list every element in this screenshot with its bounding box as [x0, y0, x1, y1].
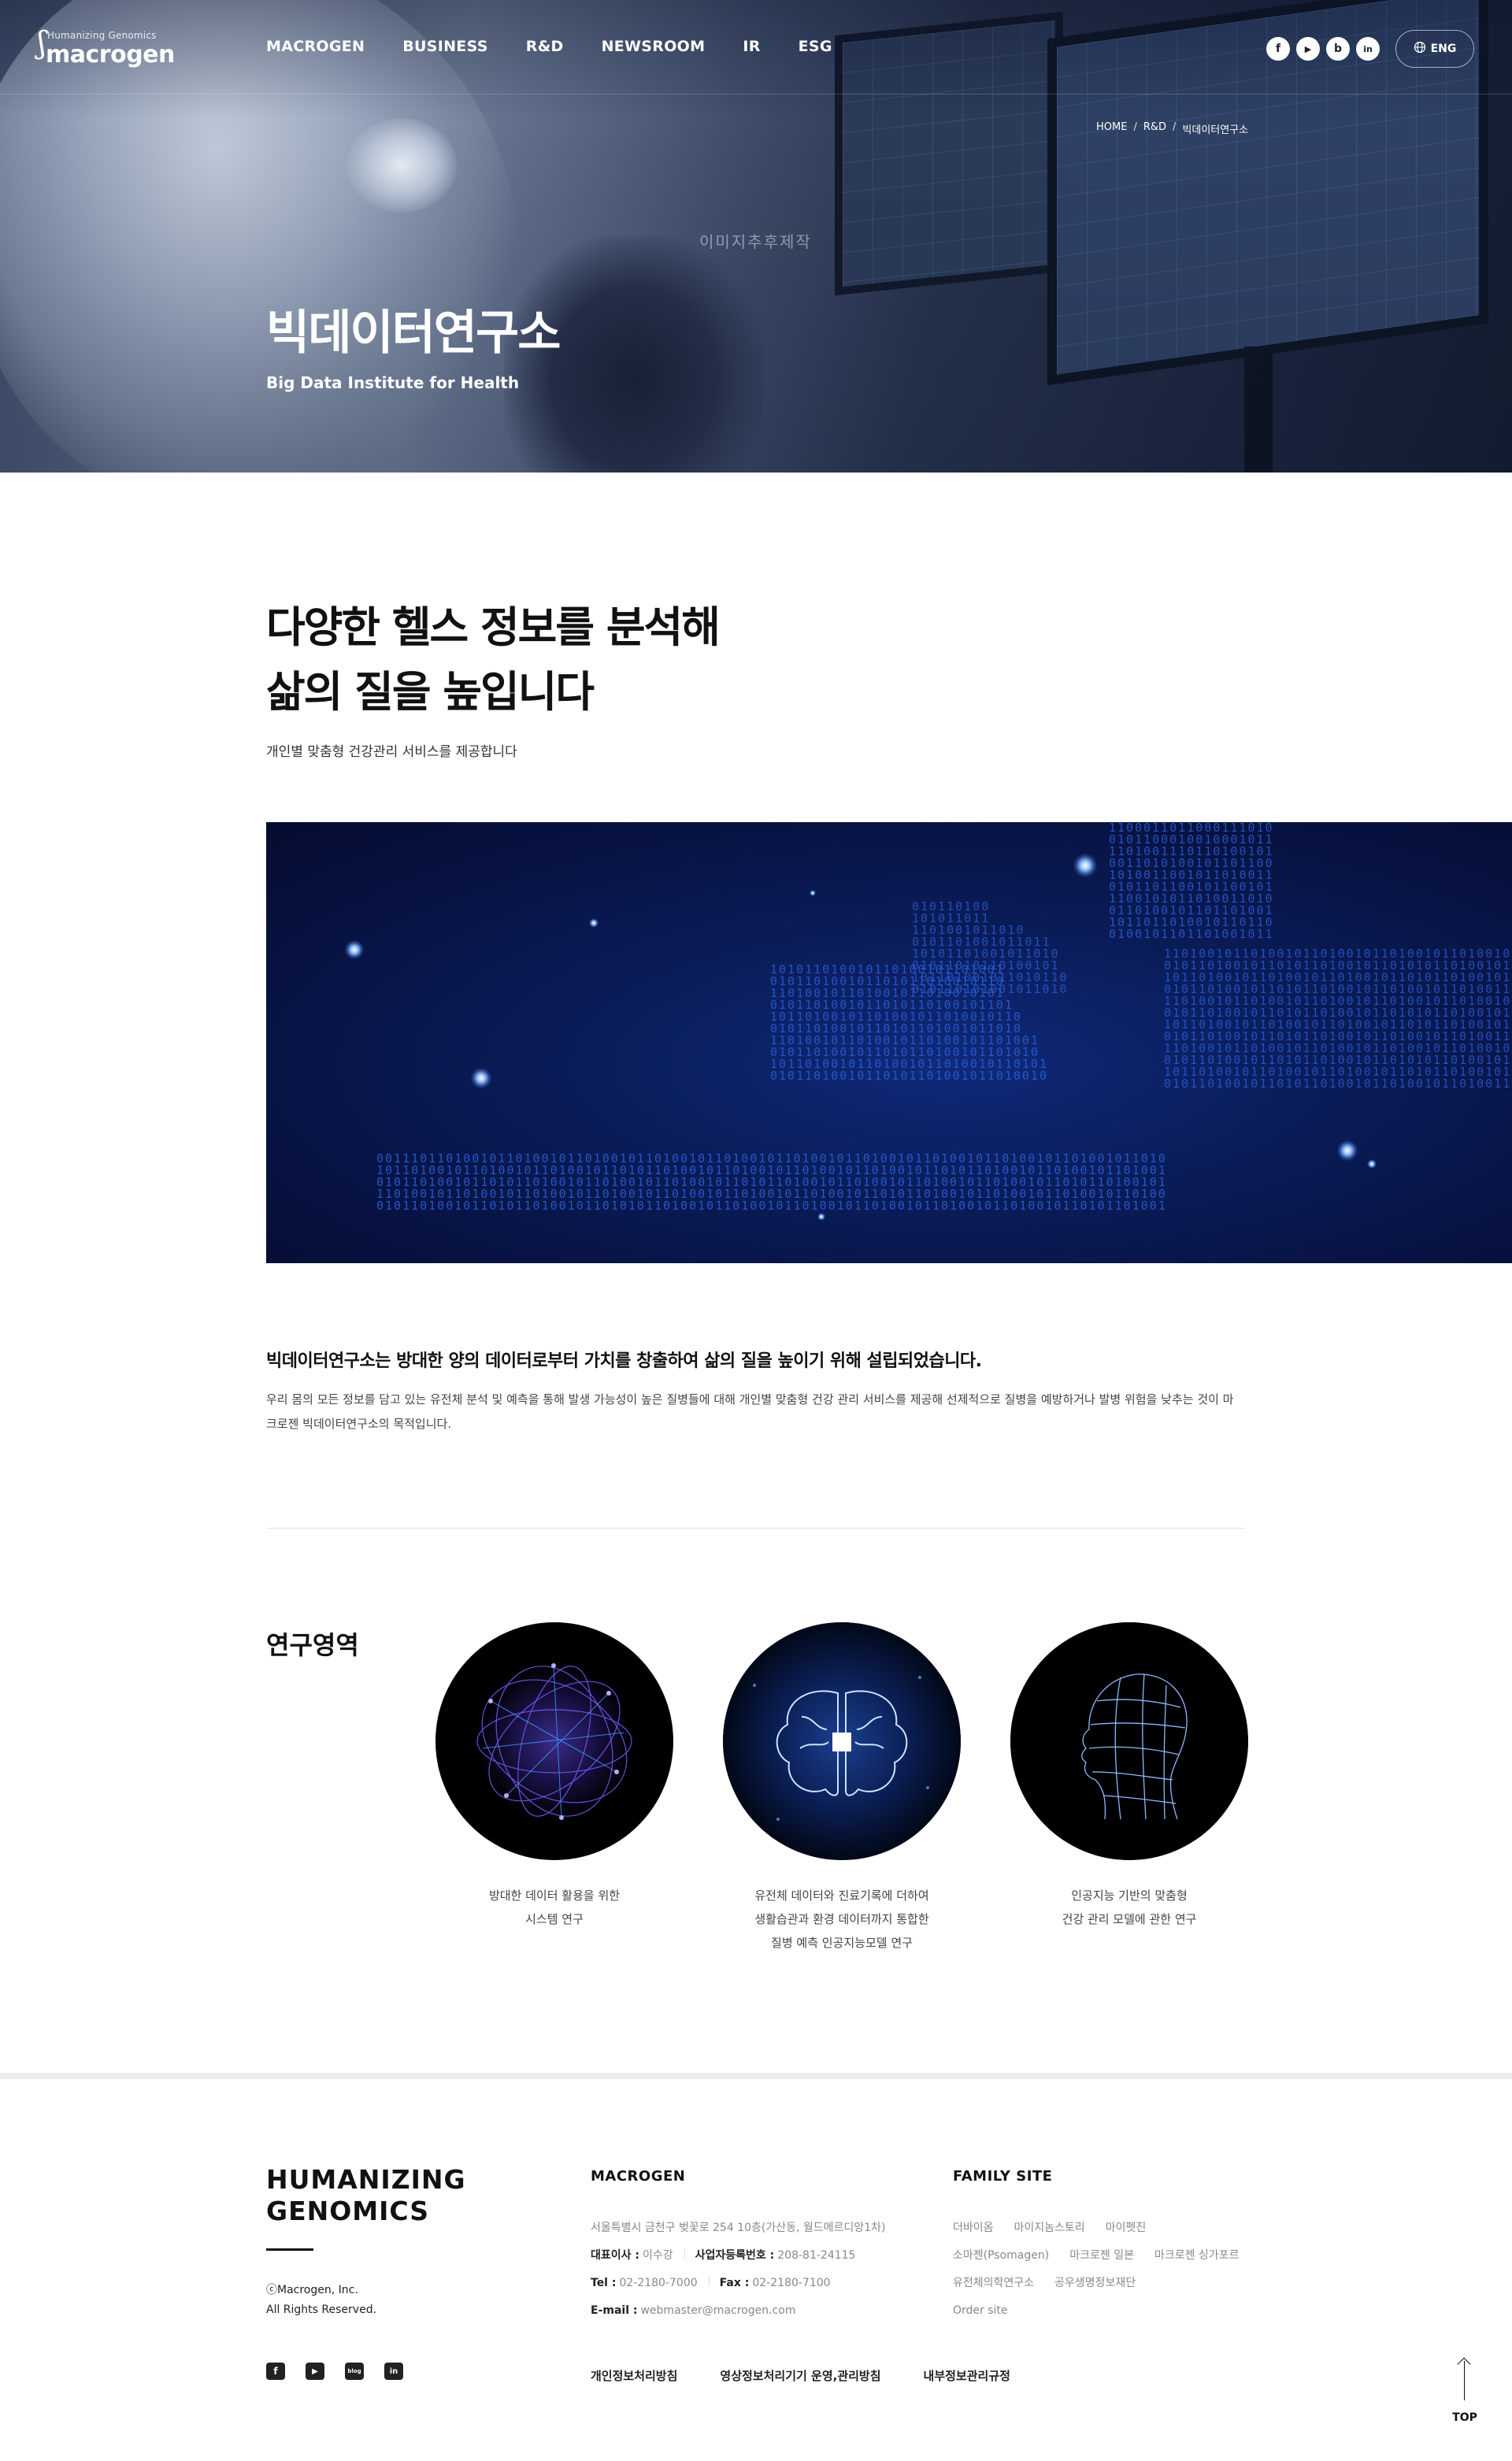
wireframe-head-icon: [1010, 1622, 1248, 1860]
logo-mark-icon: ʃ: [38, 25, 46, 60]
family-site-link[interactable]: 마크로젠 일본: [1069, 2249, 1134, 2262]
nav-item-newsroom[interactable]: NEWSROOM: [602, 38, 706, 55]
footer-company-heading: MACROGEN: [591, 2168, 686, 2185]
language-button[interactable]: ENG: [1395, 30, 1474, 68]
research-caption-2: 유전체 데이터와 진료기록에 더하여 생활습관과 환경 데이터까지 통합한 질병…: [754, 1888, 929, 1950]
linkedin-icon[interactable]: in: [384, 2363, 403, 2380]
breadcrumb-current: 빅데이터연구소: [1182, 124, 1249, 136]
family-site-link[interactable]: 마이지놈스토리: [1014, 2222, 1085, 2234]
binary-pattern: 1100011011000111010 0101100010010001011 …: [1109, 822, 1274, 941]
main-nav: MACROGEN BUSINESS R&D NEWSROOM IR ESG: [266, 38, 870, 55]
footer-family-heading: FAMILY SITE: [953, 2168, 1053, 2185]
intro-heading-line1: 다양한 헬스 정보를 분석해: [266, 602, 721, 652]
intro-subheading: 개인별 맞춤형 건강관리 서비스를 제공합니다: [266, 744, 517, 760]
scroll-top-button[interactable]: TOP: [1449, 2357, 1480, 2432]
family-site-link[interactable]: Order site: [953, 2304, 1008, 2317]
facebook-icon[interactable]: f: [266, 2363, 285, 2380]
family-site-link[interactable]: 유전체의학연구소: [953, 2277, 1034, 2289]
family-site-link[interactable]: 마크로젠 싱가포르: [1154, 2249, 1240, 2262]
nav-item-business[interactable]: BUSINESS: [402, 38, 487, 55]
breadcrumb: HOME / R&D / 빅데이터연구소: [1096, 121, 1249, 136]
internal-info-policy-link[interactable]: 내부정보관리규정: [924, 2367, 1010, 2384]
nav-item-esg[interactable]: ESG: [799, 38, 832, 55]
blog-icon[interactable]: b: [1326, 37, 1350, 61]
cctv-policy-link[interactable]: 영상정보처리기기 운영,관리방침: [720, 2367, 880, 2384]
breadcrumb-rnd[interactable]: R&D: [1143, 121, 1166, 136]
family-site-list: 더바이옴 마이지놈스토리 마이펫진 소마젠(Psomagen) 마크로젠 일본 마크로젠…: [953, 2215, 1259, 2325]
logo-wordmark: macrogen: [46, 41, 175, 69]
page-title: 빅데이터연구소: [266, 306, 561, 361]
youtube-icon[interactable]: ▶: [1296, 37, 1320, 61]
brain-chip-icon: [723, 1622, 961, 1860]
header: ʃ Humanizing Genomics macrogen MACROGEN …: [0, 0, 1512, 95]
big-data-visual: 1100011011000111010 0101100010010001011 …: [266, 822, 1512, 1263]
nav-item-rnd[interactable]: R&D: [526, 38, 564, 55]
footer-phone: Tel :02-2180-7000 Fax :02-2180-7100: [591, 2277, 831, 2289]
hero-banner: ʃ Humanizing Genomics macrogen MACROGEN …: [0, 0, 1512, 473]
research-caption-3: 인공지능 기반의 맞춤형 건강 관리 모델에 관한 연구: [1062, 1888, 1197, 1926]
research-areas-title: 연구영역: [266, 1630, 359, 1660]
family-site-link[interactable]: 소마젠(Psomagen): [953, 2249, 1049, 2262]
blog-icon[interactable]: blog: [345, 2363, 364, 2380]
nav-item-ir[interactable]: IR: [743, 38, 760, 55]
footer-registration: 대표이사 : 이수강 사업자등록번호 :208-81-24115: [591, 2249, 856, 2262]
footer: HUMANIZING GENOMICS ⓒMacrogen, Inc. All …: [0, 2073, 1512, 2461]
section-divider: [266, 1528, 1246, 1529]
intro-lead: 빅데이터연구소는 방대한 양의 데이터로부터 가치를 창출하여 삶의 질을 높이…: [266, 1351, 982, 1371]
globe-network-icon: [435, 1622, 673, 1860]
youtube-icon[interactable]: ▶: [306, 2363, 324, 2380]
footer-copyright: ⓒMacrogen, Inc. All Rights Reserved.: [266, 2284, 377, 2316]
intro-heading: 다양한 헬스 정보를 분석해 삶의 질을 높입니다: [266, 595, 721, 725]
footer-address: 서울특별시 금천구 벚꽃로 254 10층(가산동, 월드메르디앙1차): [591, 2222, 886, 2234]
family-site-link[interactable]: 더바이옴: [953, 2222, 994, 2234]
intro-heading-line2: 삶의 질을 높입니다: [266, 667, 595, 717]
footer-slogan-underline: [266, 2248, 313, 2251]
facebook-icon[interactable]: f: [1266, 37, 1290, 61]
footer-slogan: HUMANIZING GENOMICS: [266, 2164, 466, 2226]
footer-sns-links: f ▶ blog in: [266, 2363, 403, 2380]
family-site-link[interactable]: 공우생명정보재단: [1054, 2277, 1136, 2289]
globe-icon: [1414, 41, 1426, 57]
logo-tagline: Humanizing Genomics: [47, 30, 157, 41]
research-caption-1: 방대한 데이터 활용을 위한 시스템 연구: [488, 1888, 621, 1926]
footer-company-info: 서울특별시 금천구 벚꽃로 254 10층(가산동, 월드메르디앙1차) 대표이…: [591, 2215, 885, 2325]
privacy-policy-link[interactable]: 개인정보처리방침: [591, 2367, 677, 2384]
footer-email: E-mail : webmaster@macrogen.com: [591, 2304, 796, 2317]
linkedin-icon[interactable]: in: [1356, 37, 1380, 61]
breadcrumb-home[interactable]: HOME: [1096, 121, 1127, 136]
footer-policy-links: 개인정보처리방침 영상정보처리기기 운영,관리방침 내부정보관리규정: [591, 2367, 1053, 2384]
page-subtitle: Big Data Institute for Health: [266, 373, 520, 392]
header-sns-links: f ▶ b in: [1266, 37, 1386, 61]
intro-description: 우리 몸의 모든 정보를 담고 있는 유전체 분석 및 예측을 통해 발생 가능…: [266, 1392, 1234, 1431]
family-site-link[interactable]: 마이펫진: [1106, 2222, 1147, 2234]
macrogen-logo[interactable]: ʃ Humanizing Genomics macrogen: [38, 22, 180, 76]
image-placeholder-note: 이미지추후제작: [699, 232, 812, 251]
language-label: ENG: [1430, 43, 1457, 55]
nav-item-macrogen[interactable]: MACROGEN: [266, 38, 365, 55]
